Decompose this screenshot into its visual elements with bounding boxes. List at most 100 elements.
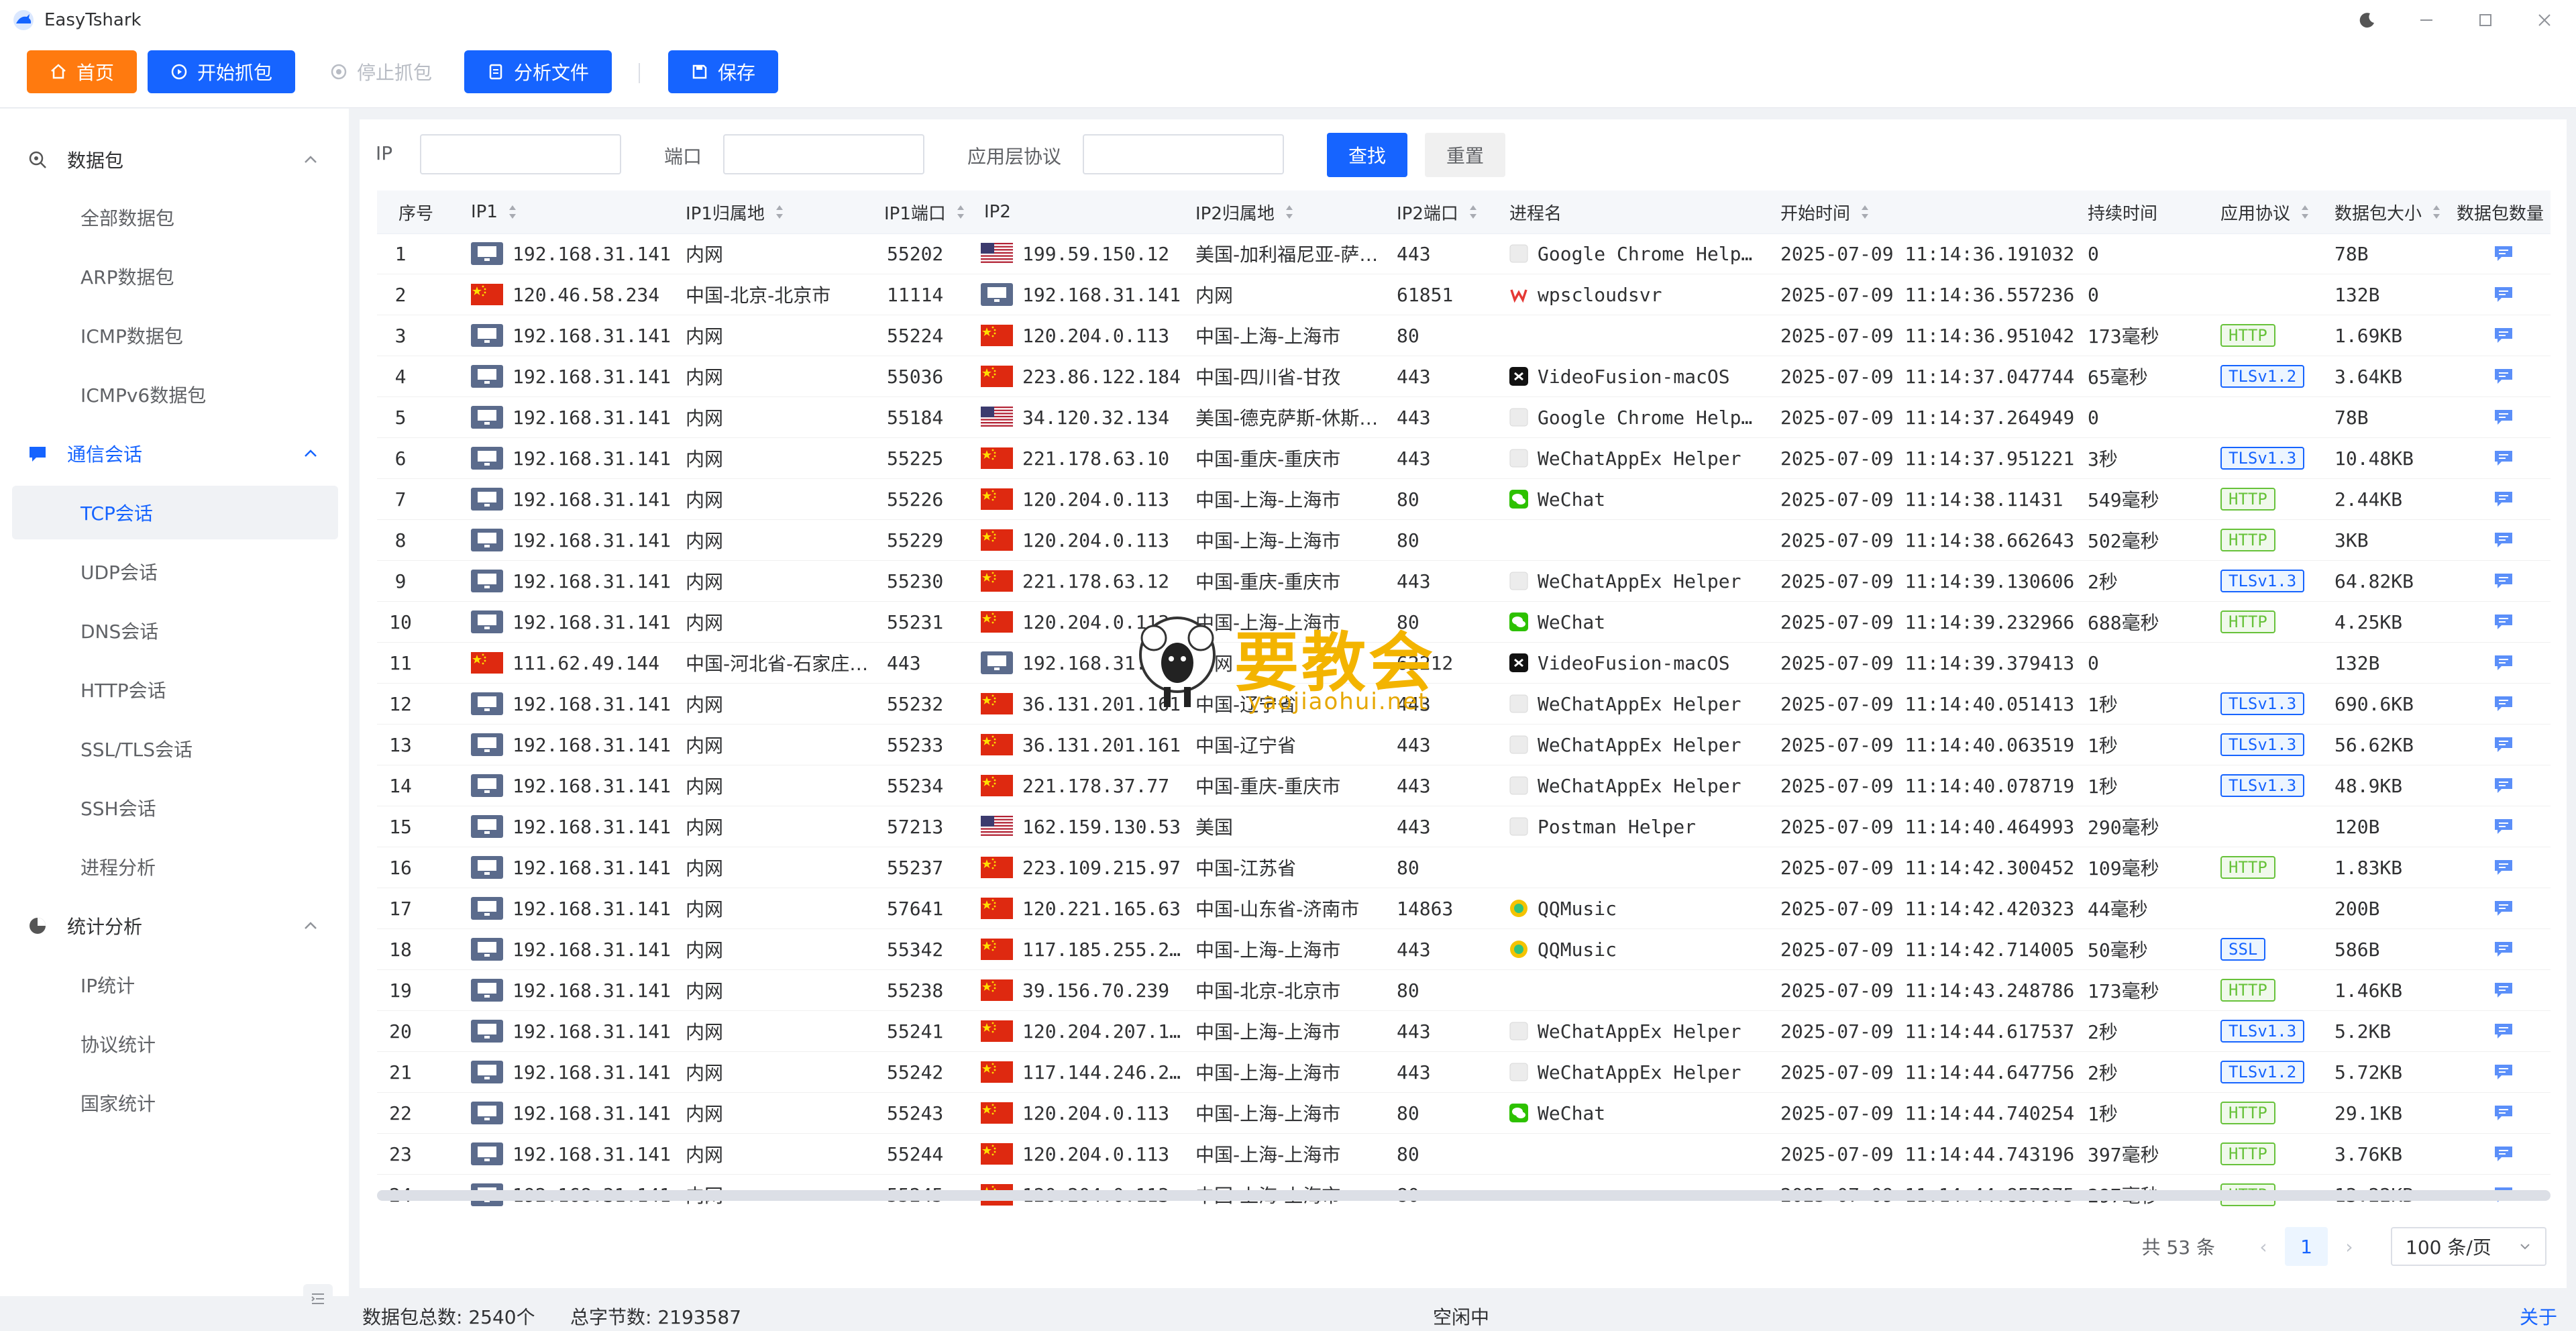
cell-detail[interactable] xyxy=(2457,1134,2551,1174)
sidebar-item-ip-stats[interactable]: IP统计 xyxy=(12,958,338,1012)
sidebar-item-dns[interactable]: DNS会话 xyxy=(12,604,338,657)
sidebar-group-packets[interactable]: 数据包 xyxy=(0,130,349,189)
cell-detail[interactable] xyxy=(2457,561,2551,601)
detail-message-icon[interactable] xyxy=(2493,654,2514,672)
sort-icon[interactable] xyxy=(774,204,785,220)
next-page-icon[interactable]: › xyxy=(2337,1234,2361,1259)
sidebar-collapse-button[interactable] xyxy=(303,1284,333,1314)
table-row[interactable]: 8 192.168.31.141 内网 55229 120.204.0.113 中国-上海… xyxy=(377,520,2551,561)
ip-filter-input[interactable] xyxy=(420,134,621,174)
cell-detail[interactable] xyxy=(2457,765,2551,806)
detail-message-icon[interactable] xyxy=(2493,490,2514,508)
sidebar-group-stats[interactable]: 统计分析 xyxy=(0,896,349,955)
table-row[interactable]: 14 192.168.31.141 内网 55234 221.178.37.77 中国-重… xyxy=(377,765,2551,806)
table-row[interactable]: 4 192.168.31.141 内网 55036 223.86.122.184 中国-四… xyxy=(377,356,2551,397)
page-size-select[interactable]: 100 条/页 xyxy=(2391,1227,2546,1266)
cell-detail[interactable] xyxy=(2457,643,2551,683)
cell-detail[interactable] xyxy=(2457,1052,2551,1092)
sort-icon[interactable] xyxy=(955,204,966,220)
cell-detail[interactable] xyxy=(2457,970,2551,1010)
detail-message-icon[interactable] xyxy=(2493,859,2514,876)
sidebar-item-http[interactable]: HTTP会话 xyxy=(12,663,338,716)
start-capture-button[interactable]: 开始抓包 xyxy=(148,50,295,93)
cell-detail[interactable] xyxy=(2457,888,2551,928)
search-button[interactable]: 查找 xyxy=(1327,133,1407,177)
sidebar-item-country-stats[interactable]: 国家统计 xyxy=(12,1076,338,1130)
table-row[interactable]: 15 192.168.31.141 内网 57213 162.159.130.53 美国 4… xyxy=(377,806,2551,847)
sort-icon[interactable] xyxy=(2431,204,2442,220)
dark-mode-icon[interactable] xyxy=(2356,9,2379,32)
port-filter-input[interactable] xyxy=(723,134,924,174)
detail-message-icon[interactable] xyxy=(2493,1145,2514,1163)
detail-message-icon[interactable] xyxy=(2493,368,2514,385)
sort-icon[interactable] xyxy=(1468,204,1479,220)
detail-message-icon[interactable] xyxy=(2493,818,2514,835)
detail-message-icon[interactable] xyxy=(2493,736,2514,753)
table-row[interactable]: 20 192.168.31.141 内网 55241 120.204.207.1… 中国-… xyxy=(377,1011,2551,1052)
stop-capture-button[interactable]: 停止抓包 xyxy=(319,50,443,93)
prev-page-icon[interactable]: ‹ xyxy=(2251,1234,2275,1259)
protocol-filter-input[interactable] xyxy=(1083,134,1284,174)
table-row[interactable]: 6 192.168.31.141 内网 55225 221.178.63.10 中国-重庆… xyxy=(377,438,2551,479)
table-row[interactable]: 1 192.168.31.141 内网 55202 199.59.150.12 美国-加利… xyxy=(377,233,2551,274)
minimize-icon[interactable] xyxy=(2415,9,2438,32)
save-button[interactable]: 保存 xyxy=(668,50,778,93)
table-row[interactable]: 2 120.46.58.234 中国-北京-北京市 11114 192.168.31.1… xyxy=(377,274,2551,315)
sort-icon[interactable] xyxy=(2300,204,2310,220)
close-icon[interactable] xyxy=(2533,9,2556,32)
detail-message-icon[interactable] xyxy=(2493,449,2514,467)
sidebar-group-sessions[interactable]: 通信会话 xyxy=(0,424,349,483)
analyze-file-button[interactable]: 分析文件 xyxy=(464,50,612,93)
column-header[interactable]: IP1 xyxy=(471,191,518,233)
table-row[interactable]: 3 192.168.31.141 内网 55224 120.204.0.113 中国-上海… xyxy=(377,315,2551,356)
cell-detail[interactable] xyxy=(2457,929,2551,969)
cell-detail[interactable] xyxy=(2457,274,2551,315)
sidebar-item-arp[interactable]: ARP数据包 xyxy=(12,250,338,303)
table-row[interactable]: 18 192.168.31.141 内网 55342 117.185.255.2… 中国-… xyxy=(377,929,2551,970)
sidebar-item-udp[interactable]: UDP会话 xyxy=(12,545,338,598)
detail-message-icon[interactable] xyxy=(2493,245,2514,262)
column-header[interactable]: IP2归属地 xyxy=(1195,191,1295,233)
table-row[interactable]: 12 192.168.31.141 内网 55232 36.131.201.161 中国-… xyxy=(377,684,2551,725)
cell-detail[interactable] xyxy=(2457,438,2551,478)
column-header[interactable]: IP1归属地 xyxy=(686,191,785,233)
cell-detail[interactable] xyxy=(2457,806,2551,847)
detail-message-icon[interactable] xyxy=(2493,613,2514,631)
detail-message-icon[interactable] xyxy=(2493,900,2514,917)
sidebar-item-ssl-tls[interactable]: SSL/TLS会话 xyxy=(12,722,338,776)
cell-detail[interactable] xyxy=(2457,315,2551,356)
column-header[interactable]: IP1端口 xyxy=(884,191,966,233)
table-row[interactable]: 17 192.168.31.141 内网 57641 120.221.165.63 中国-… xyxy=(377,888,2551,929)
table-row[interactable]: 23 192.168.31.141 内网 55244 120.204.0.113 中国-上… xyxy=(377,1134,2551,1175)
table-row[interactable]: 9 192.168.31.141 内网 55230 221.178.63.12 中国-重庆… xyxy=(377,561,2551,602)
detail-message-icon[interactable] xyxy=(2493,777,2514,794)
detail-message-icon[interactable] xyxy=(2493,941,2514,958)
cell-detail[interactable] xyxy=(2457,725,2551,765)
sidebar-item-icmpv6[interactable]: ICMPv6数据包 xyxy=(12,368,338,421)
table-row[interactable]: 11 111.62.49.144 中国-河北省-石家庄… 443 192.168.31.… xyxy=(377,643,2551,684)
sort-icon[interactable] xyxy=(1284,204,1295,220)
detail-message-icon[interactable] xyxy=(2493,286,2514,303)
cell-detail[interactable] xyxy=(2457,1093,2551,1133)
cell-detail[interactable] xyxy=(2457,397,2551,437)
sidebar-item-tcp[interactable]: TCP会话 xyxy=(12,486,338,539)
table-row[interactable]: 10 192.168.31.141 内网 55231 120.204.0.113 中国-上… xyxy=(377,602,2551,643)
horizontal-scrollbar[interactable] xyxy=(377,1190,2551,1201)
detail-message-icon[interactable] xyxy=(2493,409,2514,426)
sort-icon[interactable] xyxy=(1860,204,1870,220)
detail-message-icon[interactable] xyxy=(2493,327,2514,344)
detail-message-icon[interactable] xyxy=(2493,572,2514,590)
column-header[interactable]: 数据包大小 xyxy=(2334,191,2442,233)
cell-detail[interactable] xyxy=(2457,1011,2551,1051)
maximize-icon[interactable] xyxy=(2474,9,2497,32)
cell-detail[interactable] xyxy=(2457,602,2551,642)
table-row[interactable]: 22 192.168.31.141 内网 55243 120.204.0.113 中国-上… xyxy=(377,1093,2551,1134)
sidebar-item-icmp[interactable]: ICMP数据包 xyxy=(12,309,338,362)
cell-detail[interactable] xyxy=(2457,520,2551,560)
table-row[interactable]: 13 192.168.31.141 内网 55233 36.131.201.161 中国-… xyxy=(377,725,2551,765)
column-header[interactable]: 应用协议 xyxy=(2220,191,2310,233)
sort-icon[interactable] xyxy=(507,204,518,220)
sidebar-item-process[interactable]: 进程分析 xyxy=(12,840,338,894)
cell-detail[interactable] xyxy=(2457,356,2551,396)
detail-message-icon[interactable] xyxy=(2493,981,2514,999)
